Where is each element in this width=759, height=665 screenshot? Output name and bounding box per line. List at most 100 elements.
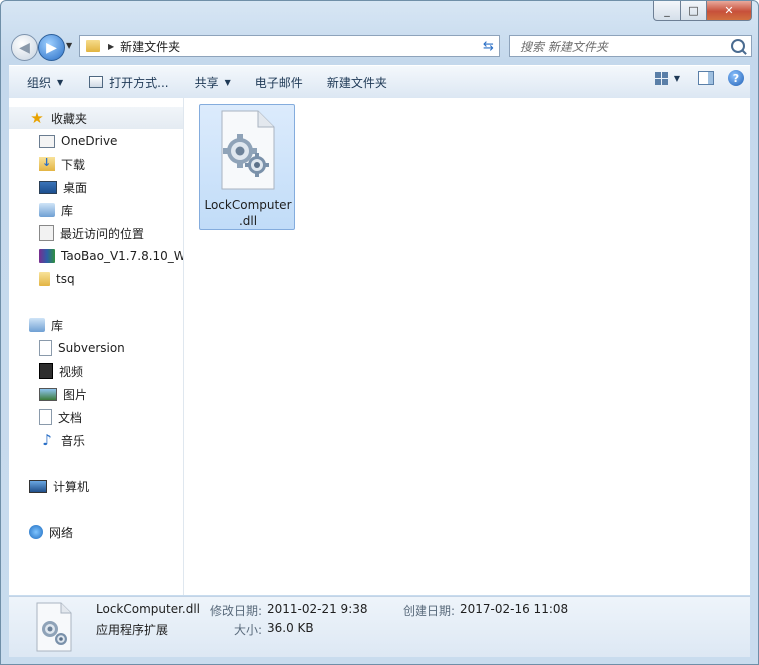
sidebar-item-label: Subversion (58, 341, 125, 355)
maximize-icon: □ (688, 4, 699, 17)
sidebar-item-label: 网络 (49, 525, 74, 540)
change-view-icon[interactable] (654, 71, 668, 85)
star-icon: ★ (30, 109, 44, 127)
address-bar[interactable]: ▶ 新建文件夹 ▼ (79, 35, 500, 57)
refresh-icon: ⇆ (483, 38, 494, 54)
modified-date-label: 修改日期: (210, 604, 263, 618)
sidebar-item-label: TaoBao_V1.7.8.10_Wi (61, 249, 184, 263)
view-controls: ▼ ? (654, 70, 744, 86)
recent-places-icon (39, 225, 54, 241)
sidebar-item-label: 收藏夹 (51, 111, 88, 126)
sidebar-item-network[interactable]: 网络 (9, 521, 183, 543)
help-icon[interactable]: ? (728, 70, 744, 86)
details-filename: LockComputer.dll (96, 602, 201, 616)
file-name-line-2: .dll (238, 214, 258, 228)
onedrive-icon (39, 134, 55, 148)
sidebar-item-recent-places[interactable]: 最近访问的位置 (9, 222, 183, 244)
file-name: LockComputer .dll (200, 197, 296, 229)
sidebar-item-label: 最近访问的位置 (60, 226, 145, 241)
forward-arrow-icon: ▶ (46, 39, 57, 56)
sidebar-item-documents[interactable]: 文档 (9, 406, 183, 428)
sidebar-item-tsq[interactable]: tsq (9, 268, 183, 290)
organize-menu[interactable]: 组织 ▼ (17, 70, 73, 94)
computer-icon (29, 479, 47, 493)
preview-pane-icon[interactable] (698, 71, 714, 85)
document-icon (39, 409, 52, 425)
close-button[interactable]: ✕ (707, 1, 752, 21)
sidebar-item-label: 文档 (58, 410, 83, 425)
sidebar-item-label: 桌面 (63, 180, 88, 195)
view-options-dropdown[interactable]: ▼ (674, 74, 680, 83)
details-file-type: 应用程序扩展 (96, 623, 169, 637)
open-with-label: 打开方式... (109, 75, 169, 90)
sidebar-item-label: OneDrive (61, 134, 118, 148)
created-date-label: 创建日期: (403, 604, 456, 618)
picture-icon (39, 387, 57, 401)
recent-pages-dropdown[interactable]: ▼ (66, 41, 72, 50)
caption-buttons: _ □ ✕ (653, 1, 752, 21)
maximize-button[interactable]: □ (681, 1, 707, 21)
share-label: 共享 (194, 75, 219, 90)
chevron-down-icon: ▼ (57, 77, 64, 87)
size-value: 36.0 KB (267, 621, 314, 635)
video-icon (39, 363, 53, 379)
search-icon[interactable] (731, 39, 745, 53)
file-name-line-1: LockComputer (204, 198, 292, 212)
close-icon: ✕ (724, 4, 734, 17)
minimize-button[interactable]: _ (653, 1, 681, 21)
network-icon (29, 525, 43, 539)
sidebar-item-label: 视频 (59, 364, 84, 379)
sidebar-item-taobao[interactable]: TaoBao_V1.7.8.10_Wi (9, 245, 184, 267)
music-note-icon: ♪ (42, 431, 52, 449)
modified-date-value: 2011-02-21 9:38 (267, 602, 368, 616)
breadcrumb-current-folder[interactable]: 新建文件夹 (120, 38, 180, 55)
sidebar-item-library-shortcut[interactable]: 库 (9, 199, 183, 221)
open-with-icon (89, 76, 104, 88)
file-item[interactable]: LockComputer .dll (199, 104, 295, 230)
sidebar-item-label: 图片 (63, 387, 88, 402)
open-with-button[interactable]: 打开方式... (79, 70, 178, 94)
library-icon (39, 203, 55, 217)
sidebar-item-label: 库 (61, 203, 74, 218)
sidebar-item-videos[interactable]: 视频 (9, 360, 183, 382)
navigation-bar: ◀ ▶ ▼ ▶ 新建文件夹 ▼ ⇆ (9, 32, 752, 62)
refresh-button[interactable]: ⇆ (478, 35, 500, 57)
downloads-folder-icon (39, 156, 55, 171)
sidebar-item-onedrive[interactable]: OneDrive (9, 130, 183, 152)
desktop-icon (39, 180, 57, 194)
sidebar-item-subversion[interactable]: Subversion (9, 337, 183, 359)
email-button[interactable]: 电子邮件 (245, 70, 313, 94)
minimize-icon: _ (664, 4, 670, 17)
navigation-pane: ★ 收藏夹 OneDrive 下载 桌面 库 最近访问的位置 TaoBao_V1… (9, 98, 184, 595)
email-label: 电子邮件 (254, 75, 303, 90)
new-folder-label: 新建文件夹 (326, 75, 387, 90)
share-menu[interactable]: 共享 ▼ (185, 70, 241, 94)
sidebar-item-music[interactable]: ♪ 音乐 (9, 429, 183, 451)
sidebar-item-label: 计算机 (53, 479, 90, 494)
search-box[interactable] (509, 35, 752, 57)
sidebar-item-pictures[interactable]: 图片 (9, 383, 183, 405)
sidebar-item-favorites[interactable]: ★ 收藏夹 (9, 107, 183, 129)
sidebar-item-label: tsq (56, 272, 75, 286)
sidebar-item-label: 音乐 (61, 433, 86, 448)
archive-icon (39, 249, 55, 263)
back-button[interactable]: ◀ (11, 34, 38, 61)
sidebar-item-downloads[interactable]: 下载 (9, 153, 183, 175)
sidebar-item-computer[interactable]: 计算机 (9, 475, 183, 497)
size-label: 大小: (234, 623, 263, 637)
search-input[interactable] (518, 37, 722, 57)
details-pane: LockComputer.dll 应用程序扩展 修改日期: 2011-02-21… (9, 596, 750, 657)
explorer-window: _ □ ✕ ◀ ▶ ▼ ▶ 新建文件夹 ▼ ⇆ 组织 ▼ 打开方式... 共享 (0, 0, 759, 665)
dll-file-icon (221, 110, 275, 190)
breadcrumb-arrow-icon[interactable]: ▶ (108, 42, 114, 51)
new-folder-button[interactable]: 新建文件夹 (317, 70, 397, 94)
file-list[interactable]: LockComputer .dll (184, 98, 750, 595)
folder-icon (86, 40, 100, 52)
back-arrow-icon: ◀ (19, 39, 30, 56)
folder-icon (39, 272, 50, 286)
sidebar-item-libraries[interactable]: 库 (9, 314, 183, 336)
sidebar-item-desktop[interactable]: 桌面 (9, 176, 183, 198)
created-date-value: 2017-02-16 11:08 (460, 602, 569, 616)
organize-label: 组织 (27, 75, 52, 90)
forward-button[interactable]: ▶ (38, 34, 65, 61)
